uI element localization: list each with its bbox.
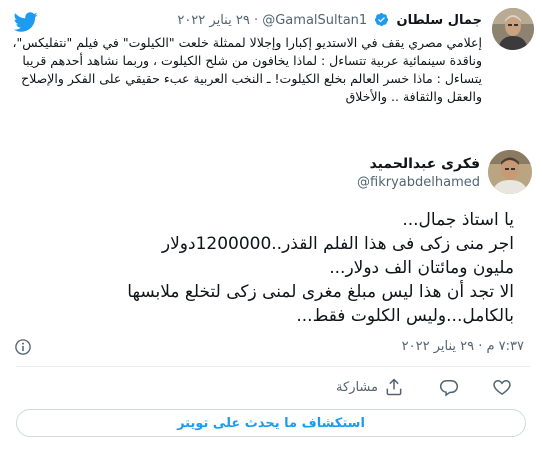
embedded-tweet-card: جمال سلطان @GamalSultan1 · ٢٩ يناير ٢٠٢٢… (0, 0, 542, 456)
author-name[interactable]: فكرى عبدالحميد (370, 155, 480, 173)
separator-dot: · (253, 13, 259, 28)
reply-icon (439, 377, 459, 397)
avatar-photo (488, 150, 532, 194)
tweet-text-line: يا استاذ جمال... (402, 210, 514, 230)
tweet-actions: مشاركة (0, 376, 542, 400)
like-button[interactable] (492, 376, 512, 398)
tweet-text-line: مليون ومائتان الف دولار... (329, 258, 514, 278)
tweet-date[interactable]: ٢٩ يناير ٢٠٢٢ (177, 13, 249, 28)
avatar[interactable] (488, 150, 532, 194)
quoted-tweet[interactable]: جمال سلطان @GamalSultan1 · ٢٩ يناير ٢٠٢٢… (4, 4, 538, 142)
tweet-meta: ٧:٣٧ م · ٢٩ يناير ٢٠٢٢ (14, 338, 528, 358)
avatar-photo (492, 8, 534, 50)
author-handle[interactable]: @GamalSultan1 (262, 13, 367, 28)
share-label: مشاركة (336, 379, 378, 395)
quoted-tweet-text: إعلامي مصري يقف في الاستديو إكبارا وإجلا… (12, 35, 482, 104)
avatar[interactable] (492, 8, 534, 50)
like-icon (492, 377, 512, 397)
tweet-text-line: اجر منى زكى فى هذا الفلم القذر..1200000د… (161, 234, 514, 254)
twitter-bird-icon[interactable] (12, 10, 40, 34)
tweet-text: يا استاذ جمال... اجر منى زكى فى هذا الفل… (14, 208, 514, 328)
share-button[interactable]: مشاركة (336, 376, 404, 398)
quoted-tweet-header: جمال سلطان @GamalSultan1 · ٢٩ يناير ٢٠٢٢ (177, 12, 482, 33)
author-handle[interactable]: @fikryabdelhamed (357, 174, 480, 192)
explore-twitter-button[interactable]: استكشاف ما يحدث على تويتر (16, 409, 526, 437)
tweet-timestamp[interactable]: ٧:٣٧ م · ٢٩ يناير ٢٠٢٢ (402, 339, 524, 354)
author-name[interactable]: جمال سلطان (396, 13, 482, 28)
info-icon[interactable] (14, 338, 32, 360)
verified-badge-icon (374, 12, 389, 33)
reply-button[interactable] (439, 376, 459, 398)
share-icon (384, 377, 404, 397)
tweet-text-line: الا تجد أن هذا ليس مبلغ مغرى لمنى زكى لت… (127, 282, 514, 302)
divider (16, 366, 530, 367)
tweet-text-line: بالكامل...وليس الكلوت فقط... (296, 306, 514, 326)
